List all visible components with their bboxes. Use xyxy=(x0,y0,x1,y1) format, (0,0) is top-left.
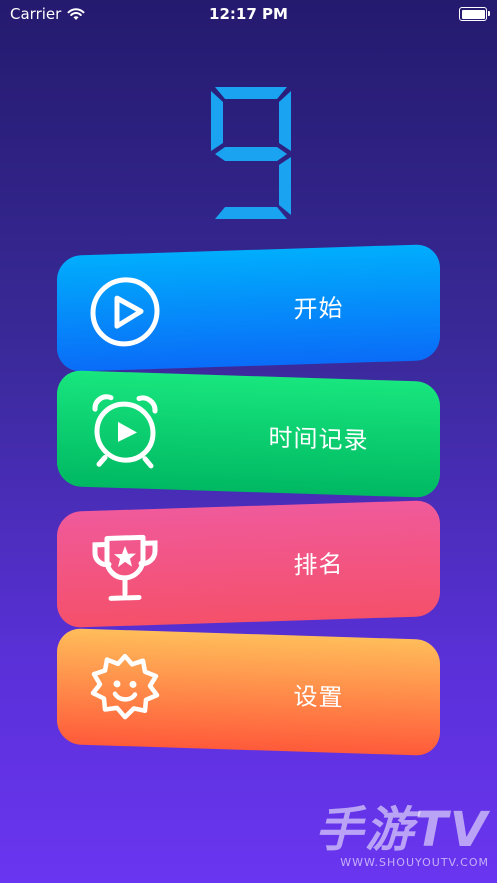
battery-icon xyxy=(459,7,490,21)
segment-c xyxy=(279,157,291,215)
segment-g xyxy=(215,147,287,161)
time-record-button[interactable]: 时间记录 xyxy=(57,369,440,499)
start-label: 开始 xyxy=(293,293,344,324)
segment-f xyxy=(211,91,223,151)
status-bar: Carrier 12:17 PM xyxy=(0,0,497,28)
segment-b xyxy=(279,91,291,151)
ranking-label: 排名 xyxy=(293,549,344,580)
alarm-clock-icon xyxy=(92,394,158,469)
start-button[interactable]: 开始 xyxy=(57,243,440,373)
watermark-brand: 手游TV xyxy=(315,802,489,858)
settings-label: 设置 xyxy=(293,681,344,712)
play-circle-icon xyxy=(90,277,160,347)
ranking-button[interactable]: 排名 xyxy=(57,499,440,629)
clock: 12:17 PM xyxy=(209,5,288,23)
time-record-label: 时间记录 xyxy=(268,423,369,455)
segment-a xyxy=(215,87,287,99)
watermark-url: WWW.SHOUYOUTV.COM xyxy=(340,856,489,869)
counter-display xyxy=(211,87,291,219)
settings-button[interactable]: 设置 xyxy=(57,627,440,757)
segment-d xyxy=(215,207,287,219)
smiley-gear-icon xyxy=(90,653,160,720)
trophy-icon xyxy=(92,534,158,601)
watermark: 手游TV WWW.SHOUYOUTV.COM xyxy=(315,806,489,869)
